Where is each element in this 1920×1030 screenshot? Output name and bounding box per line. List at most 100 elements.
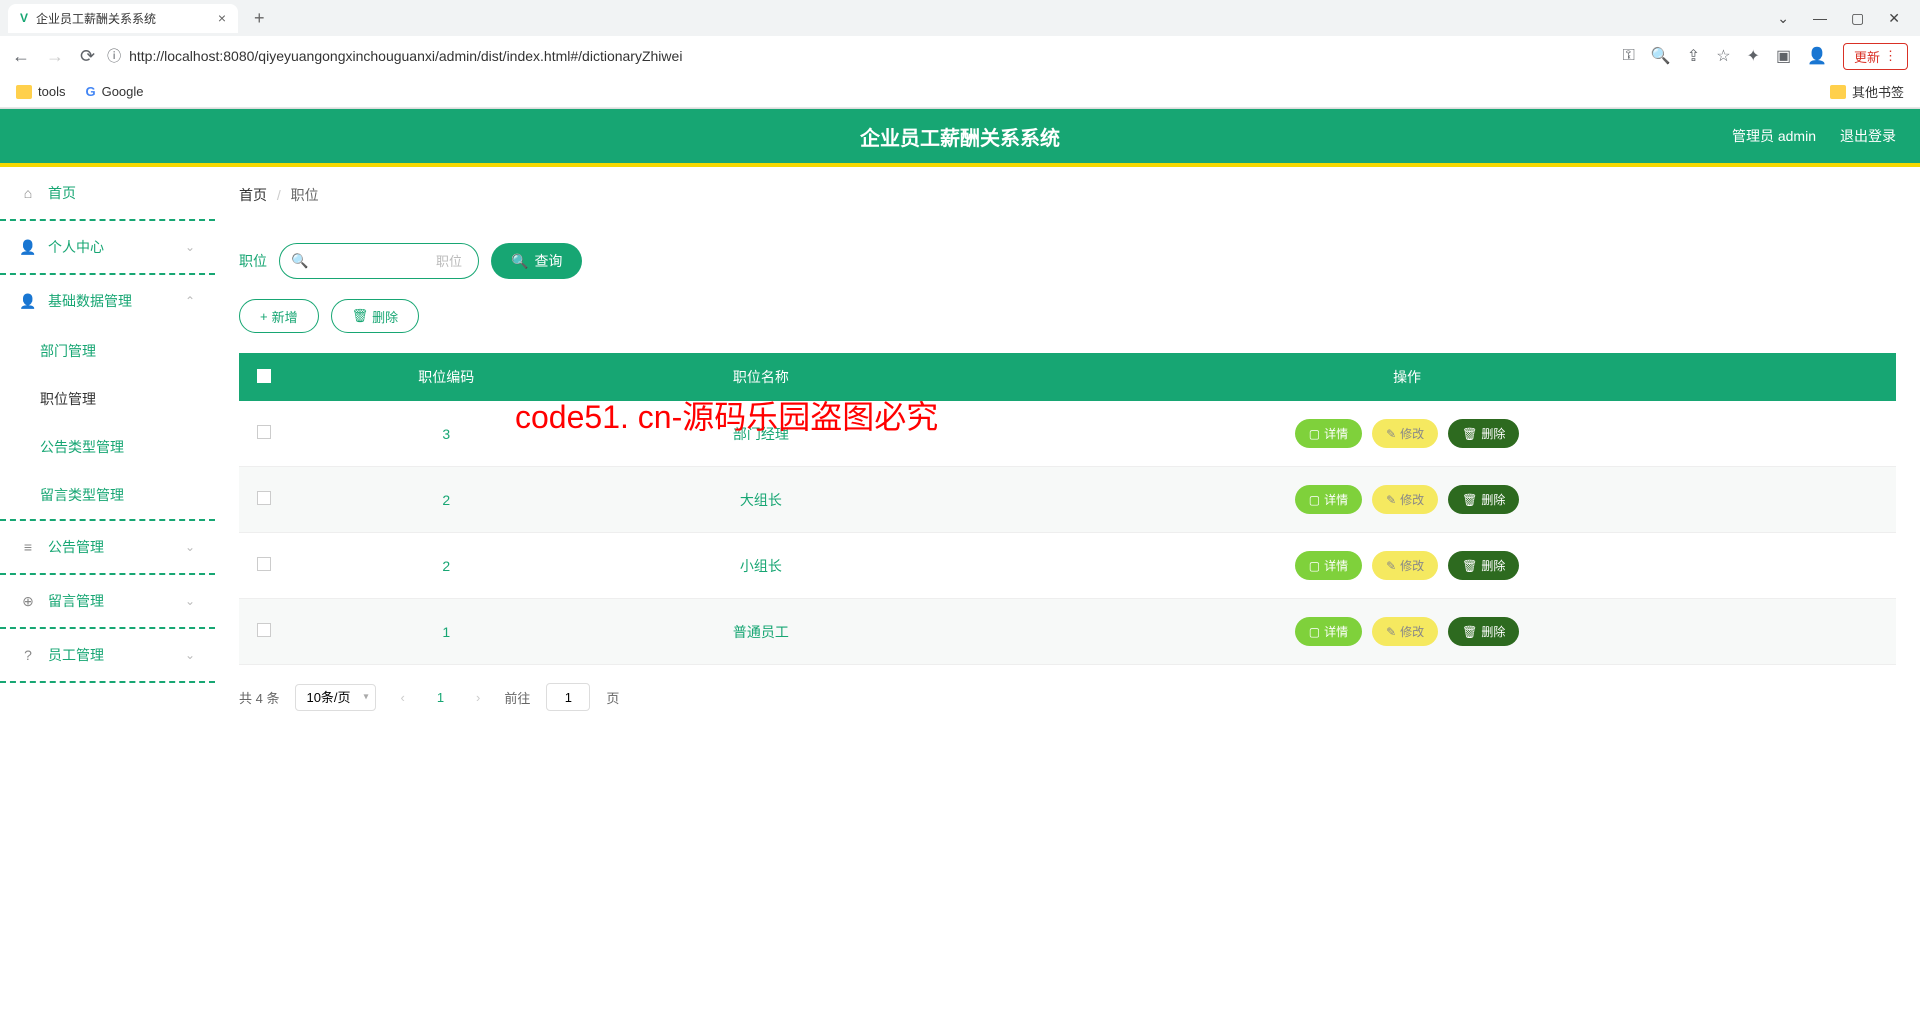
trash-icon: 🗑 [352, 308, 369, 324]
cell-name: 部门经理 [604, 401, 919, 467]
url-text[interactable]: http://localhost:8080/qiyeyuangongxincho… [129, 48, 682, 64]
trash-icon: 🗑 [1462, 427, 1477, 441]
table-row: 3部门经理▢详情✎修改🗑删除 [239, 401, 1896, 467]
detail-button[interactable]: ▢详情 [1295, 485, 1362, 514]
query-button[interactable]: 🔍 查询 [491, 243, 582, 279]
sidebar-submenu-basedata: 部门管理 职位管理 公告类型管理 留言类型管理 [0, 327, 215, 521]
new-tab-button[interactable]: + [246, 4, 273, 33]
edit-button[interactable]: ✎修改 [1372, 617, 1438, 646]
detail-button[interactable]: ▢详情 [1295, 617, 1362, 646]
sidebar-item-home[interactable]: ⌂ 首页 [0, 167, 215, 221]
cell-name: 小组长 [604, 533, 919, 599]
trash-icon: 🗑 [1462, 625, 1477, 639]
row-checkbox[interactable] [257, 623, 271, 637]
row-checkbox[interactable] [257, 425, 271, 439]
jump-suffix: 页 [606, 688, 619, 707]
edit-button[interactable]: ✎修改 [1372, 551, 1438, 580]
breadcrumb-home[interactable]: 首页 [239, 187, 267, 203]
search-icon: 🔍 [291, 253, 308, 270]
cell-name: 大组长 [604, 467, 919, 533]
row-delete-button[interactable]: 🗑删除 [1448, 617, 1519, 646]
sidebar-item-employee[interactable]: ?员工管理 ⌄ [0, 629, 215, 683]
close-tab-icon[interactable]: × [218, 10, 226, 26]
sidebar-item-notice-type[interactable]: 公告类型管理 [0, 423, 215, 471]
browser-chrome: V 企业员工薪酬关系系统 × + ⌄ — ▢ ✕ ← → ⟳ ⓘ http://… [0, 0, 1920, 109]
header-name: 职位名称 [604, 353, 919, 401]
side-panel-icon[interactable]: ▣ [1776, 46, 1791, 66]
home-icon: ⌂ [20, 185, 36, 201]
extensions-icon[interactable]: ✦ [1747, 46, 1760, 66]
bookmark-google[interactable]: GGoogle [85, 84, 143, 99]
action-row: +新增 🗑删除 [239, 299, 1896, 333]
jump-prefix: 前往 [504, 688, 530, 707]
key-icon[interactable]: ⚿ [1623, 47, 1635, 65]
plus-icon: + [260, 309, 268, 324]
user-label[interactable]: 管理员 admin [1732, 126, 1816, 146]
chevron-down-icon: ⌄ [185, 540, 195, 554]
sidebar-item-message[interactable]: ⊕留言管理 ⌄ [0, 575, 215, 629]
update-button[interactable]: 更新⋮ [1843, 43, 1908, 70]
header-ops: 操作 [918, 353, 1896, 401]
chevron-down-icon: ⌄ [185, 240, 195, 254]
page-size-select[interactable]: 10条/页 [295, 684, 376, 711]
globe-icon: ⊕ [20, 593, 36, 609]
row-delete-button[interactable]: 🗑删除 [1448, 419, 1519, 448]
detail-button[interactable]: ▢详情 [1295, 419, 1362, 448]
page-number[interactable]: 1 [429, 686, 452, 709]
edit-button[interactable]: ✎修改 [1372, 419, 1438, 448]
total-count: 共 4 条 [239, 688, 279, 707]
question-icon: ? [20, 647, 36, 663]
delete-button[interactable]: 🗑删除 [331, 299, 420, 333]
page-jump-input[interactable] [546, 683, 590, 711]
forward-icon[interactable]: → [46, 46, 64, 67]
user-icon: 👤 [20, 239, 36, 255]
sidebar-item-position[interactable]: 职位管理 [0, 375, 215, 423]
folder-icon [16, 85, 32, 99]
add-button[interactable]: +新增 [239, 299, 319, 333]
detail-button[interactable]: ▢详情 [1295, 551, 1362, 580]
header-checkbox-cell [239, 353, 289, 401]
prev-page-button[interactable]: ‹ [392, 686, 412, 709]
tab-bar: V 企业员工薪酬关系系统 × + ⌄ — ▢ ✕ [0, 0, 1920, 36]
next-page-button[interactable]: › [468, 686, 488, 709]
header-code: 职位编码 [289, 353, 604, 401]
bookmark-other[interactable]: 其他书签 [1830, 82, 1904, 101]
share-icon[interactable]: ⇪ [1687, 46, 1700, 66]
doc-icon: ▢ [1309, 625, 1320, 639]
table-row: 2小组长 ▢详情 ✎修改 🗑删除 [239, 533, 1896, 599]
edit-button[interactable]: ✎修改 [1372, 485, 1438, 514]
sidebar-item-notice[interactable]: ≡公告管理 ⌄ [0, 521, 215, 575]
info-icon[interactable]: ⓘ [107, 46, 121, 66]
sidebar-item-message-type[interactable]: 留言类型管理 [0, 471, 215, 519]
window-controls: ⌄ — ▢ ✕ [1777, 10, 1912, 27]
bookmark-tools[interactable]: tools [16, 84, 65, 99]
close-window-icon[interactable]: ✕ [1888, 10, 1900, 27]
row-delete-button[interactable]: 🗑删除 [1448, 551, 1519, 580]
chevron-down-icon[interactable]: ⌄ [1777, 10, 1789, 27]
browser-tab[interactable]: V 企业员工薪酬关系系统 × [8, 4, 238, 33]
star-icon[interactable]: ☆ [1716, 46, 1730, 66]
breadcrumb-current: 职位 [291, 187, 319, 203]
row-checkbox[interactable] [257, 557, 271, 571]
sidebar-item-dept[interactable]: 部门管理 [0, 327, 215, 375]
minimize-icon[interactable]: — [1813, 10, 1827, 27]
select-all-checkbox[interactable] [257, 369, 271, 383]
row-checkbox[interactable] [257, 491, 271, 505]
logout-link[interactable]: 退出登录 [1840, 126, 1896, 146]
search-label: 职位 [239, 251, 267, 271]
table-row: 2大组长▢详情✎修改🗑删除 [239, 467, 1896, 533]
cell-code: 2 [289, 533, 604, 599]
doc-icon: ▢ [1309, 559, 1320, 573]
profile-icon[interactable]: 👤 [1807, 46, 1827, 66]
sidebar-item-basedata[interactable]: 👤基础数据管理 ⌃ [0, 275, 215, 327]
search-input[interactable] [279, 243, 479, 279]
row-delete-button[interactable]: 🗑删除 [1448, 485, 1519, 514]
search-row: 职位 🔍 🔍 查询 [239, 243, 1896, 279]
zoom-icon[interactable]: 🔍 [1651, 46, 1671, 66]
maximize-icon[interactable]: ▢ [1851, 10, 1864, 27]
app-title: 企业员工薪酬关系系统 [860, 122, 1060, 151]
reload-icon[interactable]: ⟳ [80, 46, 95, 67]
sidebar-item-personal[interactable]: 👤个人中心 ⌄ [0, 221, 215, 275]
doc-icon: ▢ [1309, 427, 1320, 441]
back-icon[interactable]: ← [12, 46, 30, 67]
